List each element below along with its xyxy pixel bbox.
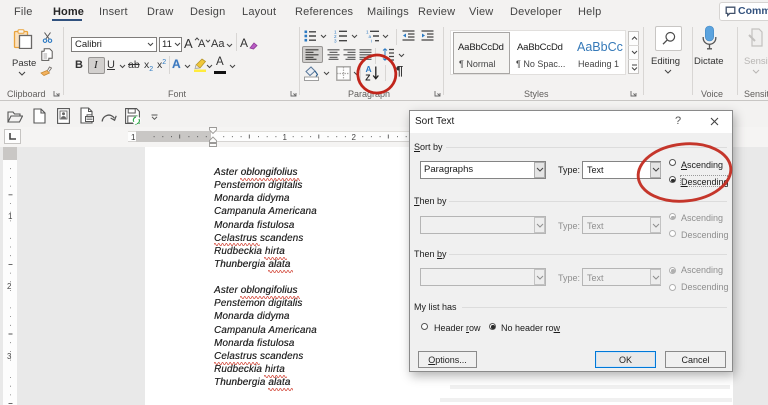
svg-text:i: i bbox=[371, 39, 372, 43]
svg-text:3: 3 bbox=[334, 39, 337, 43]
